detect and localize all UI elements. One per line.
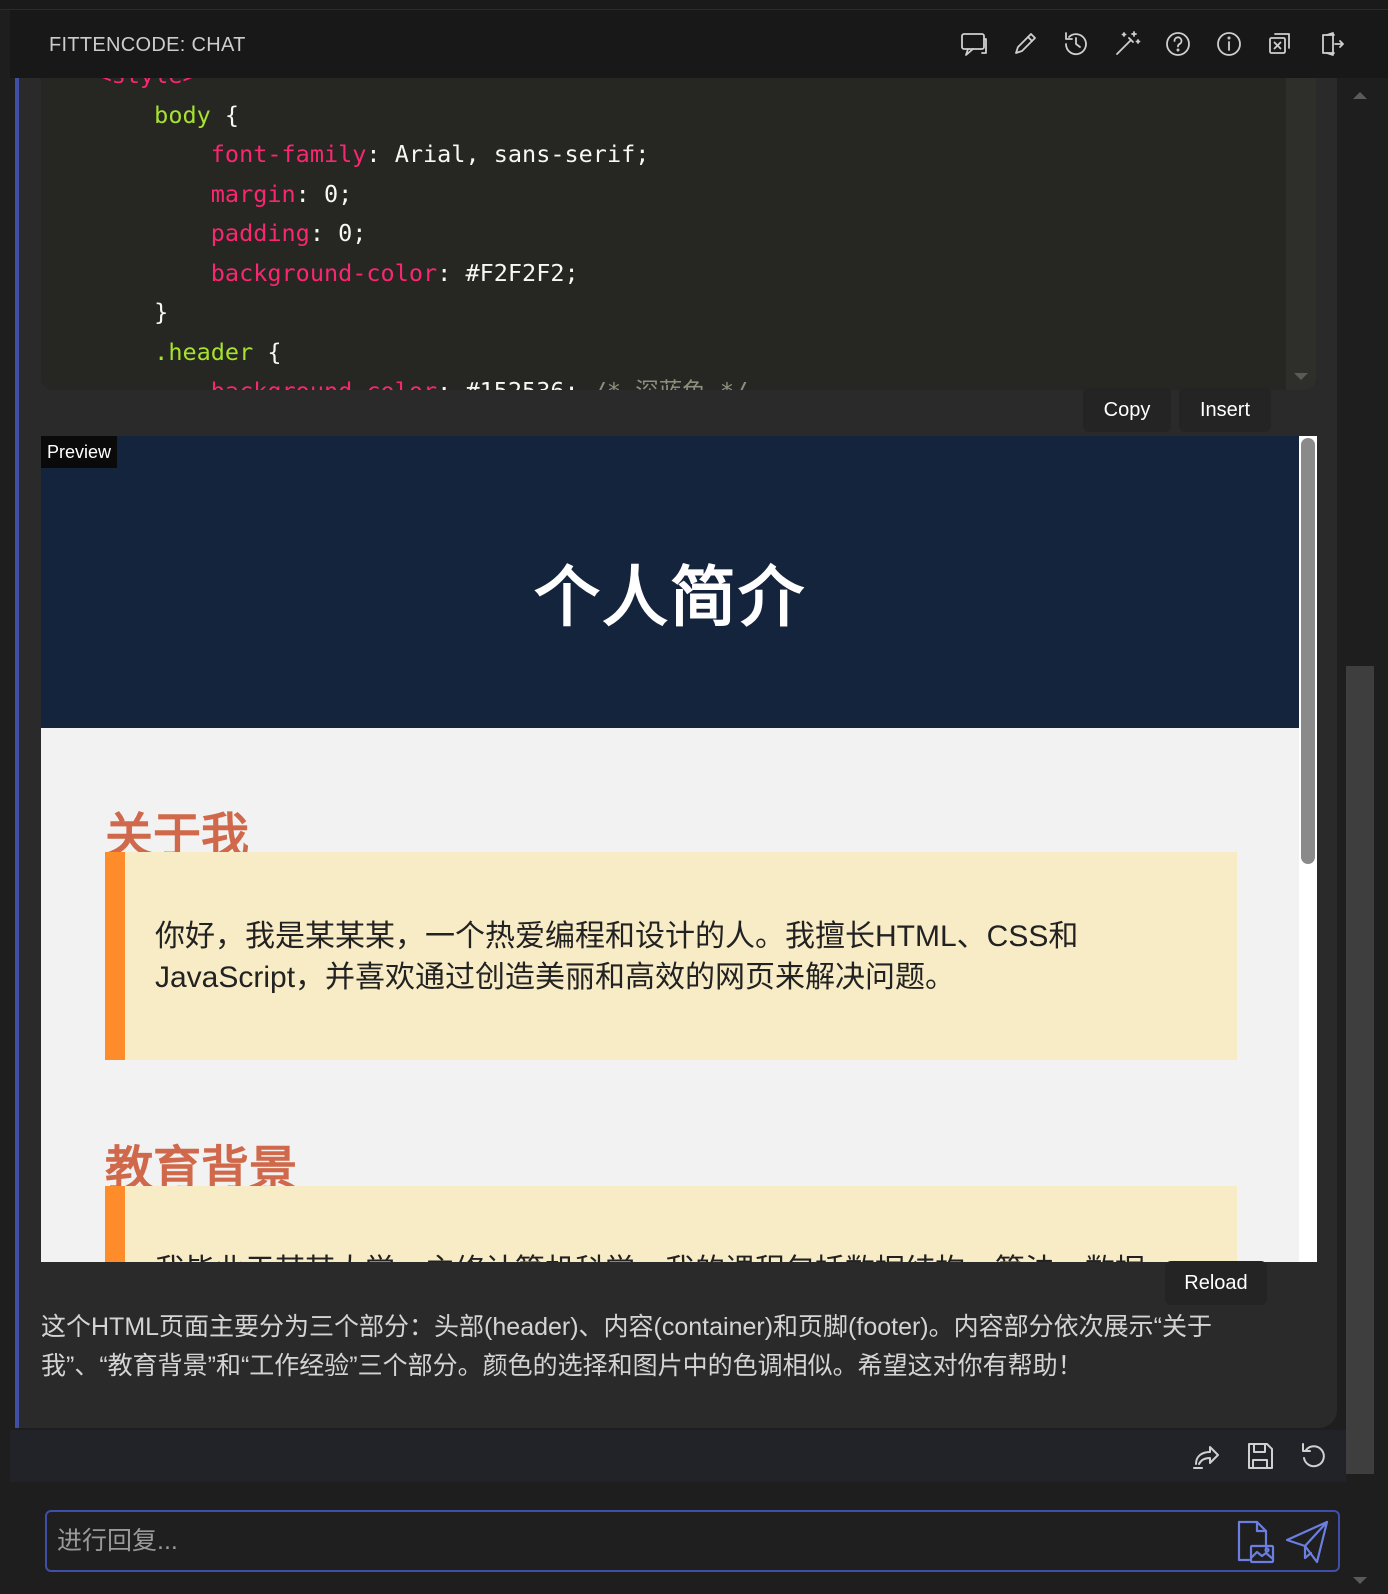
code-line: background-color: #152536; /* 深蓝色 */ (41, 372, 748, 390)
code-line: <style> (41, 78, 748, 96)
code-token: background-color (41, 258, 438, 287)
close-all-icon[interactable] (1262, 26, 1297, 62)
fittencode-chat-app: FITTENCODE: CHAT body {font-family: Ari… (0, 0, 1388, 1594)
header-toolbar (956, 26, 1348, 62)
code-token: .header (41, 337, 254, 366)
insert-button[interactable]: Insert (1179, 388, 1271, 432)
preview-scrollbar[interactable] (1299, 436, 1317, 1262)
code-token: margin (41, 179, 296, 208)
preview-hero: 个人简介 (41, 436, 1299, 728)
message-action-bar (10, 1430, 1346, 1482)
logout-icon[interactable] (1313, 26, 1348, 62)
code-content: <style> body { font-family: Arial, sans-… (41, 78, 749, 390)
magic-wand-icon[interactable] (1109, 26, 1144, 62)
upload-image-icon[interactable] (1231, 1518, 1279, 1566)
scroll-down-icon[interactable] (1353, 1577, 1367, 1584)
history-icon[interactable] (1058, 26, 1093, 62)
panel-title: FITTENCODE: CHAT (49, 34, 246, 56)
reply-input[interactable] (55, 1520, 1185, 1562)
send-icon[interactable] (1283, 1518, 1331, 1566)
code-token: { (210, 100, 240, 129)
copy-button[interactable]: Copy (1083, 388, 1171, 432)
edit-icon[interactable] (1007, 26, 1042, 62)
code-token: font-family (41, 140, 367, 168)
chat-message-panel: <style> body { font-family: Arial, sans-… (15, 78, 1337, 1428)
chat-scrollbar[interactable] (1346, 78, 1374, 1594)
code-token: } (41, 298, 169, 326)
info-icon[interactable] (1211, 26, 1246, 62)
code-token: : #F2F2F2; (437, 258, 579, 287)
section-text-education: 我毕业于某某大学，主修计算机科学。我的课程包括数据结构、算法、数据 (155, 1250, 1215, 1262)
assistant-message: 这个HTML页面主要分为三个部分：头部(header)、内容(container… (41, 1313, 1212, 1380)
code-token: : Arial, sans-serif; (366, 140, 650, 168)
code-line: margin: 0; (41, 175, 748, 215)
code-scroll-down-icon[interactable] (1294, 373, 1308, 380)
code-token: : 0; (295, 179, 353, 208)
code-token: <style> (41, 78, 197, 89)
window-top-edge (0, 0, 1388, 10)
help-icon[interactable] (1160, 26, 1195, 62)
message-actions (1190, 1440, 1330, 1472)
code-token: background-color (41, 377, 437, 390)
code-token: /* 深蓝色 */ (579, 377, 748, 390)
code-line: body { (41, 96, 748, 136)
code-token: body (41, 100, 211, 129)
code-line: } (41, 293, 748, 333)
section-card-about: 你好，我是某某某，一个热爱编程和设计的人。我擅长HTML、CSS和JavaScr… (105, 852, 1237, 1060)
html-preview: 个人简介 Preview 关于我 你好，我是某某某，一个热爱编程和设计的人。我擅… (41, 436, 1317, 1262)
code-line: background-color: #F2F2F2; (41, 254, 748, 294)
code-token: { (253, 337, 282, 366)
code-token: : #152536; (437, 377, 578, 390)
code-block: <style> body { font-family: Arial, sans-… (41, 78, 1316, 390)
new-chat-icon[interactable] (956, 26, 991, 62)
code-line: padding: 0; (41, 214, 748, 254)
regenerate-icon[interactable] (1298, 1440, 1330, 1472)
reply-input-box (45, 1510, 1340, 1572)
code-token: padding (41, 219, 310, 247)
scroll-up-icon[interactable] (1353, 92, 1367, 99)
preview-page-title: 个人简介 (534, 560, 806, 634)
section-card-education: 我毕业于某某大学，主修计算机科学。我的课程包括数据结构、算法、数据 (105, 1186, 1237, 1262)
code-token: : 0; (309, 219, 367, 247)
preview-scroll-thumb[interactable] (1301, 438, 1315, 864)
share-icon[interactable] (1190, 1440, 1222, 1472)
save-icon[interactable] (1244, 1440, 1276, 1472)
chat-scroll-thumb[interactable] (1346, 666, 1374, 1474)
preview-label: Preview (41, 436, 118, 468)
reload-button[interactable]: Reload (1165, 1261, 1267, 1305)
chat-header: FITTENCODE: CHAT (10, 10, 1388, 78)
section-text-about: 你好，我是某某某，一个热爱编程和设计的人。我擅长HTML、CSS和JavaScr… (155, 920, 1079, 994)
code-scrollbar[interactable] (1286, 78, 1316, 390)
code-line: font-family: Arial, sans-serif; (41, 135, 748, 175)
code-line: .header { (41, 333, 748, 373)
